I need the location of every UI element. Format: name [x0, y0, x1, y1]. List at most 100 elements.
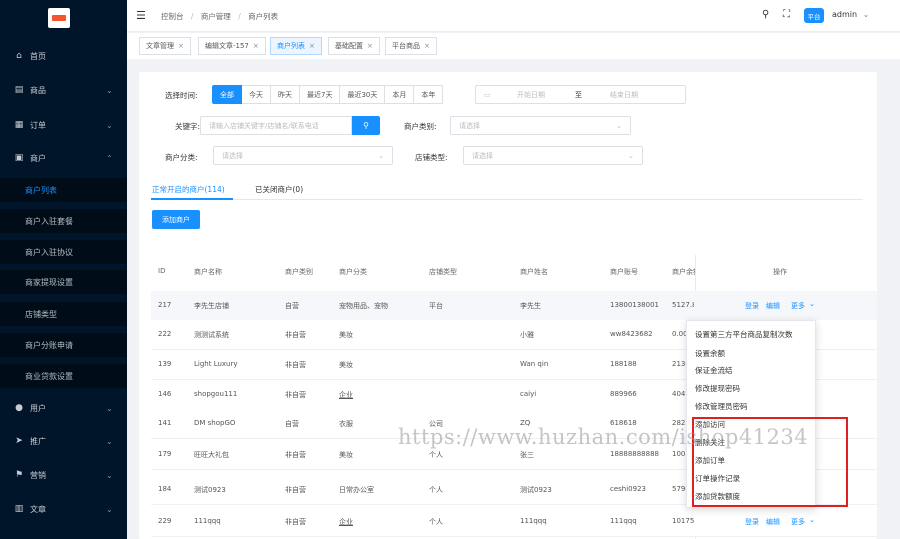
time-option-month[interactable]: 本月: [385, 85, 415, 104]
cell-id: 184: [158, 485, 172, 493]
tag-edit-article[interactable]: 编辑文章-157 ×: [198, 37, 266, 55]
dropdown-item-deposit[interactable]: 保证金流结: [695, 365, 733, 376]
chevron-down-icon: ⌄: [809, 516, 815, 524]
close-icon[interactable]: ×: [367, 42, 373, 50]
cell-name: 旺旺大礼包: [194, 451, 229, 459]
close-icon[interactable]: ×: [309, 42, 315, 50]
add-merchant-button[interactable]: 添加商户: [152, 210, 200, 229]
sidebar-item-articles[interactable]: ▥ 文章 ⌄: [0, 498, 127, 520]
time-option-year[interactable]: 本年: [414, 85, 444, 104]
th-category: 商户类别: [285, 268, 313, 276]
cell-category: 非自营: [285, 331, 306, 339]
menu-fold-icon[interactable]: ☰: [136, 9, 146, 22]
cell-owner: 小雅: [520, 331, 534, 339]
cell-class: 美妆: [339, 451, 353, 459]
dropdown-item-withdraw-password[interactable]: 修改提现密码: [695, 383, 740, 394]
tag-basic-config[interactable]: 基础配置 ×: [328, 37, 380, 55]
sidebar-subitem-loan-settings[interactable]: 商业贷款设置: [0, 364, 127, 388]
cell-owner: 111qqq: [520, 517, 547, 525]
table-row: 217 李先生店铺 自营 宠物用品、宠物 平台 李先生 13800138001 5127.8 登…: [151, 291, 877, 321]
cell-id: 139: [158, 360, 172, 368]
time-option-30days[interactable]: 最近30天: [340, 85, 386, 104]
category-select[interactable]: 请选择 ⌄: [450, 116, 631, 135]
keyword-input[interactable]: 请输入店铺关键字/店铺名/联系电话: [200, 116, 352, 135]
cell-owner: 张三: [520, 451, 534, 459]
platform-badge: 平台: [804, 8, 824, 23]
cell-name: DM shopGO: [194, 419, 236, 427]
tab-closed-merchants[interactable]: 已关闭商户(0): [255, 184, 303, 195]
sidebar-subitem-entry-agreement[interactable]: 商户入驻协议: [0, 240, 127, 264]
chevron-down-icon: ⌄: [628, 151, 634, 160]
fullscreen-icon[interactable]: ⛶: [783, 9, 790, 20]
sidebar-item-goods[interactable]: ▤ 商品 ⌄: [0, 79, 127, 101]
class-label: 商户分类:: [165, 153, 198, 162]
close-icon[interactable]: ×: [253, 42, 259, 50]
dropdown-item-set-balance[interactable]: 设置余额: [695, 348, 725, 359]
tags-view-bar: 文章管理 × 编辑文章-157 × 商户列表 × 基础配置 × 平台商品 ×: [127, 33, 900, 59]
sidebar-subitem-store-type[interactable]: 店铺类型: [0, 302, 127, 326]
sidebar: ⌂ 首页 ▤ 商品 ⌄ ▦ 订单 ⌄ ▣ 商户 ⌃ 商户列表 商户入驻套餐 商户…: [0, 0, 127, 539]
sidebar-subitem-split-apply[interactable]: 商户分账申请: [0, 333, 127, 357]
sidebar-subitem-withdraw-settings[interactable]: 商家提现设置: [0, 270, 127, 294]
chevron-down-icon: ⌄: [106, 504, 113, 514]
chevron-down-icon: ⌄: [378, 151, 384, 160]
username: admin: [832, 10, 858, 19]
table-header: [151, 255, 877, 289]
chevron-up-icon: ⌃: [106, 153, 113, 163]
more-link[interactable]: 更多: [791, 517, 805, 527]
date-end[interactable]: 结束日期: [610, 90, 638, 100]
close-icon[interactable]: ×: [424, 42, 430, 50]
th-balance: 商户余额: [672, 268, 696, 276]
store-type-select[interactable]: 请选择 ⌄: [463, 146, 643, 165]
chevron-down-icon: ⌄: [106, 120, 113, 130]
tag-articles[interactable]: 文章管理 ×: [139, 37, 191, 55]
cell-name: 111qqq: [194, 517, 221, 525]
chevron-down-icon: ⌄: [106, 85, 113, 95]
sidebar-item-merchants[interactable]: ▣ 商户 ⌃: [0, 147, 127, 169]
search-icon[interactable]: ⚲: [762, 9, 769, 20]
sidebar-item-home[interactable]: ⌂ 首页: [0, 45, 127, 67]
marketing-icon: ⚑: [14, 470, 24, 480]
keyword-label: 关键字:: [175, 122, 201, 131]
tag-platform-goods[interactable]: 平台商品 ×: [385, 37, 437, 55]
date-range-picker[interactable]: ▭ 开始日期 至 结束日期: [475, 85, 686, 104]
sidebar-item-users[interactable]: ● 用户 ⌄: [0, 397, 127, 419]
dropdown-item-admin-password[interactable]: 修改管理员密码: [695, 401, 748, 412]
sidebar-subitem-merchant-list[interactable]: 商户列表: [0, 178, 127, 202]
breadcrumb: 控制台 / 商户管理 / 商户列表: [161, 12, 279, 21]
cell-category: 非自营: [285, 451, 306, 459]
breadcrumb-item-merchant-mgmt[interactable]: 商户管理: [201, 12, 231, 21]
dropdown-item-copy-count[interactable]: 设置第三方平台商品复制次数: [695, 329, 793, 340]
sidebar-item-marketing[interactable]: ⚑ 营销 ⌄: [0, 464, 127, 486]
login-link[interactable]: 登录: [745, 517, 759, 527]
sidebar-item-promote[interactable]: ➤ 推广 ⌄: [0, 430, 127, 452]
cell-account: 18888888888: [610, 450, 659, 458]
cell-name: 李先生店铺: [194, 302, 229, 310]
date-start[interactable]: 开始日期: [517, 90, 545, 100]
close-icon[interactable]: ×: [178, 42, 184, 50]
time-option-yesterday[interactable]: 昨天: [271, 85, 300, 104]
tag-merchant-list[interactable]: 商户列表 ×: [270, 37, 322, 55]
sidebar-subitem-entry-package[interactable]: 商户入驻套餐: [0, 209, 127, 233]
chevron-down-icon: ⌄: [809, 300, 815, 308]
cell-class: 美妆: [339, 361, 353, 369]
cell-id: 146: [158, 390, 172, 398]
class-select[interactable]: 请选择 ⌄: [213, 146, 393, 165]
th-id: ID: [158, 267, 166, 275]
cell-id: 222: [158, 330, 172, 338]
time-option-7days[interactable]: 最近7天: [300, 85, 341, 104]
time-option-all[interactable]: 全部: [212, 85, 242, 104]
breadcrumb-item-dashboard[interactable]: 控制台: [161, 12, 184, 21]
sidebar-item-orders[interactable]: ▦ 订单 ⌄: [0, 114, 127, 136]
cell-owner: Wan qin: [520, 360, 549, 368]
time-option-today[interactable]: 今天: [242, 85, 271, 104]
chevron-down-icon: ⌄: [616, 121, 622, 130]
login-link[interactable]: 登录: [745, 301, 759, 311]
more-link[interactable]: 更多: [791, 301, 805, 311]
edit-link[interactable]: 编辑: [766, 301, 780, 311]
tab-open-merchants[interactable]: 正常开启的商户(114): [152, 184, 225, 195]
edit-link[interactable]: 编辑: [766, 517, 780, 527]
cell-category: 自营: [285, 420, 299, 428]
user-menu[interactable]: admin ⌄: [832, 10, 869, 19]
keyword-search-button[interactable]: ⚲: [352, 116, 380, 135]
